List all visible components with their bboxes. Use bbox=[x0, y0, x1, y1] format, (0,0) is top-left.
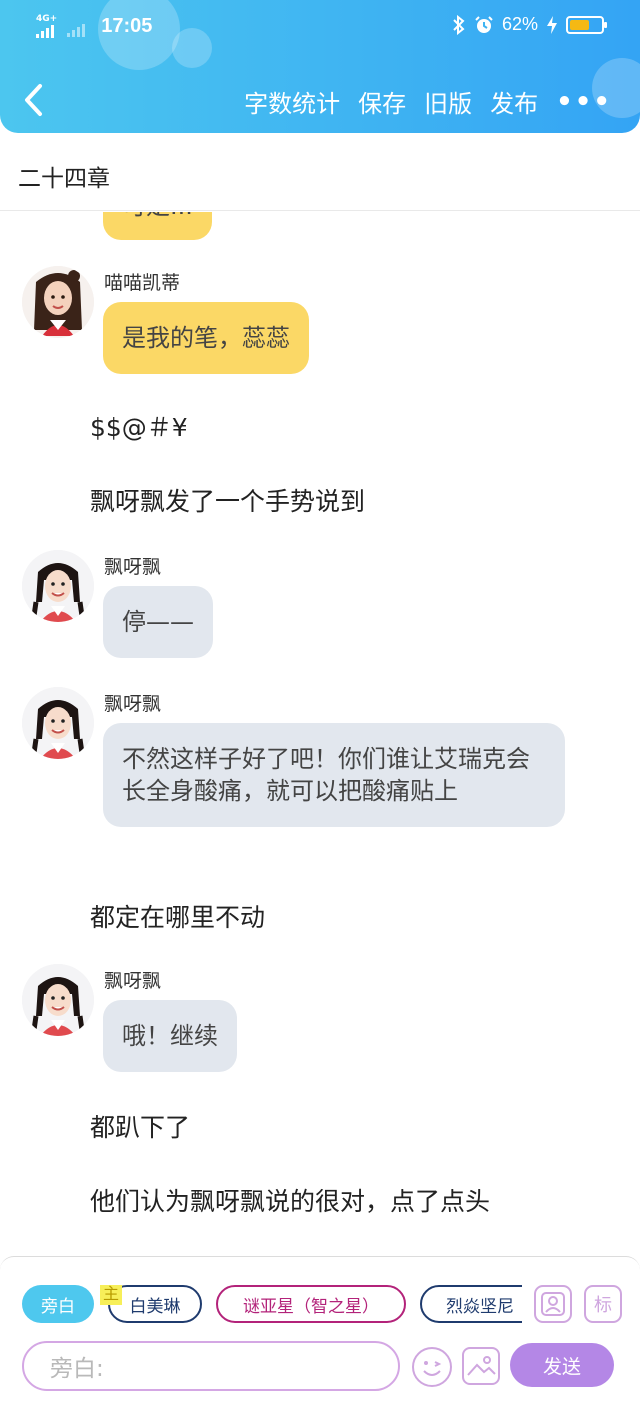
smiley-icon bbox=[423, 1361, 442, 1376]
message-bubble[interactable]: 不然这样子好了吧！你们谁让艾瑞克会长全身酸痛，就可以把酸痛贴上 bbox=[103, 723, 565, 827]
signal-icon bbox=[36, 24, 54, 38]
image-icon bbox=[467, 1356, 496, 1376]
tag-button[interactable]: 标 bbox=[584, 1285, 622, 1323]
top-bar: 4G+ 17:05 62% 字数统计 保存 旧版 发布 ••• bbox=[0, 0, 640, 133]
narration-text[interactable]: 他们认为飘呀飘说的很对，点了点头 bbox=[90, 1182, 490, 1218]
chevron-left-icon bbox=[25, 84, 42, 116]
bluetooth-icon bbox=[453, 14, 465, 35]
charging-icon bbox=[547, 15, 557, 34]
battery-fill bbox=[570, 19, 589, 30]
character-chip[interactable]: 白美琳 bbox=[108, 1285, 202, 1323]
toolbar: 字数统计 保存 旧版 发布 ••• bbox=[244, 84, 612, 119]
speaker-name: 飘呀飘 bbox=[104, 970, 162, 992]
composer-panel: 旁白 白美琳 主 谜亚星（智之星） 烈焱坚尼 标 旁白: 发送 bbox=[0, 1256, 640, 1427]
user-card-icon bbox=[541, 1292, 565, 1316]
main-character-badge: 主 bbox=[100, 1285, 123, 1305]
narration-text[interactable]: $$@＃¥ bbox=[90, 408, 188, 444]
back-button[interactable] bbox=[20, 82, 50, 118]
manage-characters-button[interactable] bbox=[534, 1285, 572, 1323]
avatar-image bbox=[22, 550, 94, 622]
chapter-title[interactable]: 二十四章 bbox=[18, 159, 110, 193]
narration-text[interactable]: 飘呀飘发了一个手势说到 bbox=[90, 482, 365, 518]
avatar[interactable] bbox=[22, 687, 94, 759]
send-button[interactable]: 发送 bbox=[510, 1343, 614, 1387]
old-version-button[interactable]: 旧版 bbox=[424, 84, 472, 119]
chapter-header: 二十四章 bbox=[0, 133, 640, 211]
message-bubble[interactable]: 是我的笔，蕊蕊 bbox=[103, 302, 309, 374]
status-bar: 4G+ 17:05 62% bbox=[0, 0, 640, 52]
message-bubble[interactable]: 可是... bbox=[103, 212, 212, 240]
network-type: 4G+ bbox=[36, 14, 58, 24]
speaker-name: 喵喵凯蒂 bbox=[104, 272, 181, 294]
avatar[interactable] bbox=[22, 550, 94, 622]
message-bubble[interactable]: 停—— bbox=[103, 586, 213, 658]
publish-button[interactable]: 发布 bbox=[490, 84, 538, 119]
narration-text[interactable]: 都趴下了 bbox=[90, 1108, 190, 1144]
character-chip[interactable]: 烈焱坚尼 bbox=[420, 1285, 522, 1323]
character-chip-narrator[interactable]: 旁白 bbox=[22, 1285, 94, 1323]
clock: 17:05 bbox=[101, 14, 153, 37]
battery-icon bbox=[566, 15, 607, 34]
narration-text[interactable]: 都定在哪里不动 bbox=[90, 898, 265, 934]
more-menu-button[interactable]: ••• bbox=[556, 87, 612, 117]
avatar-image bbox=[22, 964, 94, 1036]
character-chip[interactable]: 谜亚星（智之星） bbox=[216, 1285, 406, 1323]
speaker-name: 飘呀飘 bbox=[104, 693, 162, 715]
alarm-icon bbox=[475, 15, 493, 33]
avatar[interactable] bbox=[22, 964, 94, 1036]
story-content[interactable]: 可是... 喵喵凯蒂 是我的笔，蕊蕊 $$@＃¥ 飘呀飘发了一个手势说到 bbox=[0, 212, 640, 1252]
save-button[interactable]: 保存 bbox=[358, 84, 406, 119]
insert-image-button[interactable] bbox=[462, 1347, 500, 1385]
avatar-image bbox=[22, 687, 94, 759]
avatar[interactable] bbox=[22, 266, 94, 338]
speaker-name: 飘呀飘 bbox=[104, 556, 162, 578]
avatar-image bbox=[22, 266, 94, 338]
character-selector[interactable]: 旁白 白美琳 主 谜亚星（智之星） 烈焱坚尼 bbox=[22, 1285, 522, 1325]
message-input[interactable]: 旁白: bbox=[22, 1341, 400, 1391]
battery-percent: 62% bbox=[501, 14, 538, 34]
emoji-button[interactable] bbox=[412, 1347, 452, 1387]
message-bubble[interactable]: 哦！继续 bbox=[103, 1000, 237, 1072]
word-count-button[interactable]: 字数统计 bbox=[244, 84, 340, 119]
signal-2-icon bbox=[67, 23, 86, 37]
